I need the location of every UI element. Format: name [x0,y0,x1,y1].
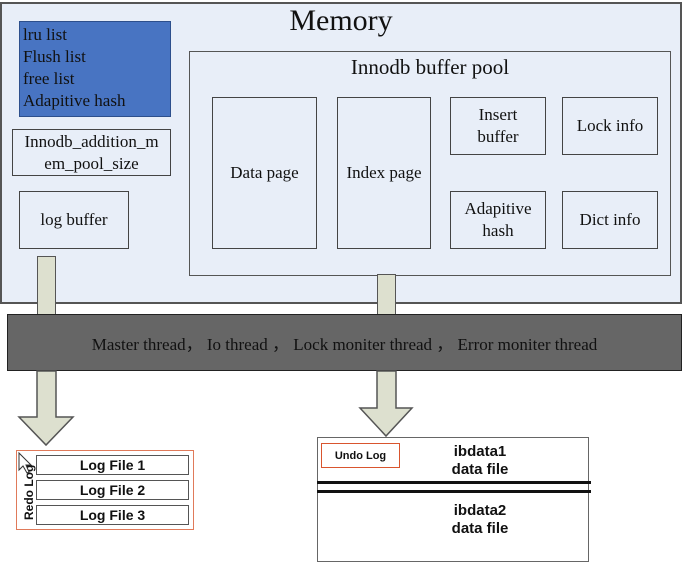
undo-log-box: Undo Log [321,443,400,468]
ibdata-separator-top [317,481,591,484]
ibdata2-file: ibdata2 data file [430,502,530,538]
log-file-3-label: Log File 3 [79,507,146,523]
redo-log-label: Redo Log [22,464,36,520]
ibdata1-file: ibdata1 data file [430,443,530,479]
ibdata1-name: ibdata1 [453,443,507,460]
data-arrow-down-icon [358,370,414,438]
log-file-1-label: Log File 1 [79,457,146,473]
ibdata-separator-bottom [317,490,591,493]
ibdata1-desc: data file [451,461,509,478]
ibdata2-name: ibdata2 [453,502,507,519]
log-file-2-label: Log File 2 [79,482,146,498]
log-file-2: Log File 2 [36,480,189,500]
log-file-3: Log File 3 [36,505,189,525]
log-arrow-down-icon [17,370,75,447]
log-file-1: Log File 1 [36,455,189,475]
ibdata2-desc: data file [451,520,509,537]
undo-log-label: Undo Log [334,449,387,462]
